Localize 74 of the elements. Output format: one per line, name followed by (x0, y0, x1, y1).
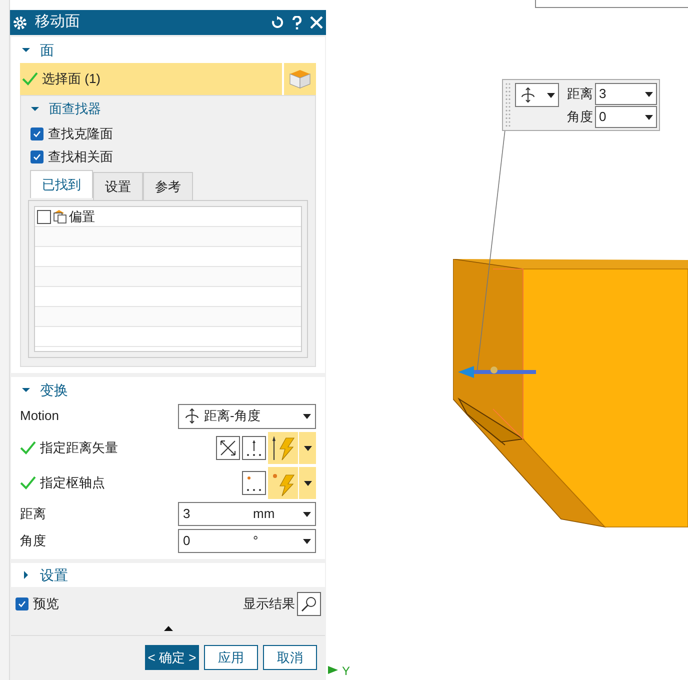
option-label: 查找相关面 (48, 148, 113, 166)
dialog-button[interactable]: 取消 (263, 645, 317, 670)
reset-icon[interactable] (271, 16, 284, 29)
preview-label: 预览 (33, 595, 60, 614)
collapse-triangle-icon[interactable] (31, 105, 39, 113)
motion-value: 距离-角度 (204, 407, 262, 426)
expand-triangle-icon[interactable] (22, 571, 30, 579)
unit-label: mm (253, 505, 276, 524)
dropdown-arrow-icon (304, 480, 312, 486)
motion-dropdown[interactable]: 距离-角度 (178, 404, 316, 428)
option-label: 查找克隆面 (48, 124, 113, 143)
window-title: 移动面 (35, 12, 81, 32)
point-dialog-button[interactable] (242, 471, 266, 495)
select-face-label: 选择面 (1) (42, 70, 100, 88)
dropdown-arrow-icon (547, 92, 555, 98)
help-icon[interactable] (292, 16, 302, 30)
rotate-axis-icon (519, 87, 537, 103)
field-value: 0 (183, 532, 192, 550)
inferred-point-button[interactable] (268, 467, 316, 499)
checkbox[interactable] (30, 126, 44, 140)
handle-label: 角度 (567, 108, 593, 126)
vector-label: 指定距离矢量 (40, 439, 119, 458)
unit-label: ° (253, 532, 260, 550)
vector-dialog-button[interactable] (216, 436, 240, 460)
collapse-triangle-icon[interactable] (22, 46, 30, 54)
cross-arrows-icon (220, 440, 236, 456)
tab[interactable]: 设置 (93, 172, 143, 200)
point-dots-icon (246, 474, 262, 492)
motion-type-dropdown[interactable] (515, 83, 559, 107)
handle-label: 距离 (567, 85, 593, 104)
handle-value-field[interactable]: 3 (595, 83, 657, 105)
drag-grip-icon[interactable] (505, 82, 511, 128)
settings-icon[interactable] (13, 16, 27, 30)
section-title[interactable]: 面 (40, 40, 54, 60)
search-icon (301, 596, 317, 612)
field-label: 角度 (20, 532, 46, 550)
dialog-button[interactable]: 应用 (204, 645, 258, 670)
cube-icon (289, 69, 311, 89)
dropdown-arrow-icon (645, 114, 653, 120)
collapse-up-icon[interactable] (164, 626, 172, 631)
dropdown-arrow-icon (645, 92, 653, 96)
dropdown-arrow-icon (303, 414, 311, 418)
dropdown-arrow-icon (303, 538, 311, 544)
handle-value-field[interactable]: 0 (595, 106, 657, 128)
section-title[interactable]: 变换 (40, 380, 68, 400)
checkbox[interactable] (37, 210, 51, 224)
dropdown-arrow-icon (304, 446, 312, 450)
pivot-label: 指定枢轴点 (40, 474, 106, 492)
checkbox[interactable] (15, 597, 29, 611)
axis-arrow-icon (328, 666, 338, 674)
dotted-arrow-icon (246, 439, 262, 457)
value-field[interactable]: 0 ° (178, 529, 316, 553)
dialog-button[interactable]: < 确定 > (145, 645, 199, 670)
section-title[interactable]: 设置 (40, 564, 68, 586)
list-item-label[interactable]: 偏置 (69, 206, 95, 226)
value-field[interactable]: 3 mm (178, 502, 316, 526)
show-result-button[interactable] (297, 592, 321, 616)
motion-label: Motion (20, 407, 60, 426)
show-result-label: 显示结果 (243, 595, 295, 614)
point-vector-button[interactable] (242, 436, 266, 460)
collapse-triangle-icon[interactable] (22, 386, 30, 394)
close-icon[interactable] (310, 16, 323, 29)
select-face-row[interactable]: 选择面 (1) (20, 63, 282, 95)
section-title[interactable]: 面查找器 (49, 99, 101, 119)
field-value: 3 (183, 505, 192, 524)
tab[interactable]: 已找到 (30, 170, 93, 198)
checkbox[interactable] (30, 150, 44, 164)
rotate-axis-icon (183, 408, 201, 424)
field-label: 距离 (20, 505, 46, 524)
dropdown-arrow-icon (303, 512, 311, 516)
tab[interactable]: 参考 (143, 172, 193, 200)
offset-face-icon (52, 209, 68, 224)
axis-label: Y (342, 663, 350, 680)
inferred-vector-button[interactable] (268, 432, 316, 464)
